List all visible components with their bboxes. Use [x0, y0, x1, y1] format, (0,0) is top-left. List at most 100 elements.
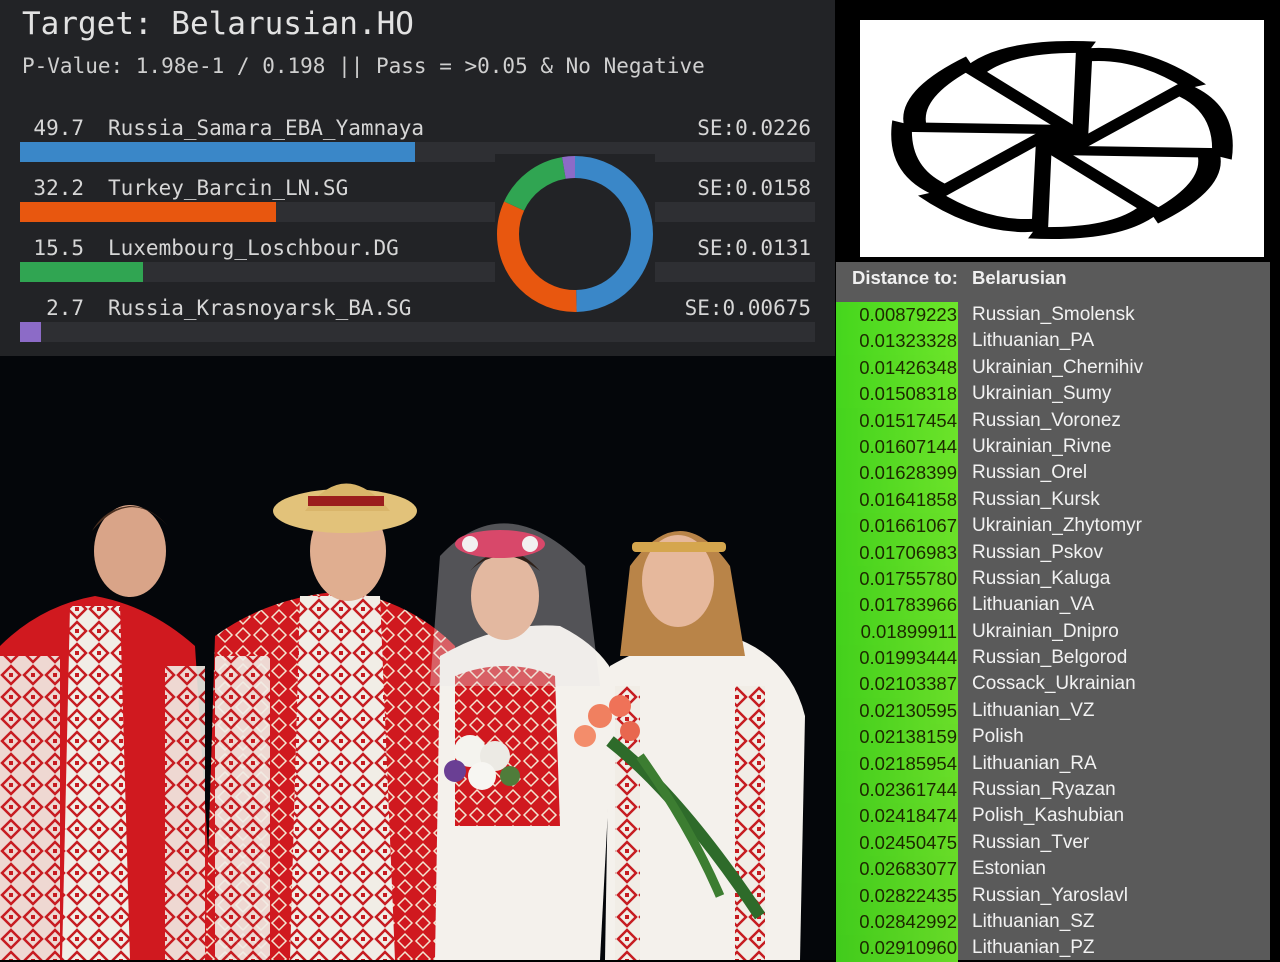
table-row: 0.02138159 Polish — [836, 724, 1270, 751]
table-row: 0.01628399 Russian_Orel — [836, 460, 1270, 487]
table-row: 0.01661067 Ukrainian_Zhytomyr — [836, 513, 1270, 540]
population-name: Lithuanian_SZ — [972, 910, 1095, 932]
source-population: Turkey_Barcin_LN.SG — [108, 176, 349, 200]
source-row: 2.7 Russia_Krasnoyarsk_BA.SG SE:0.00675 — [20, 296, 815, 356]
target-title: Target: Belarusian.HO — [22, 6, 414, 42]
population-name: Ukrainian_Sumy — [972, 383, 1112, 405]
table-row: 0.01993444 Russian_Belgorod — [836, 645, 1270, 672]
ancestry-donut-chart — [495, 154, 655, 314]
distance-value: 0.02842992 — [836, 908, 958, 936]
table-row: 0.01755780 Russian_Kaluga — [836, 565, 1270, 593]
source-standard-error: SE:0.0226 — [697, 116, 811, 140]
source-standard-error: SE:0.0158 — [697, 176, 811, 200]
distance-value: 0.02361744 — [836, 777, 958, 804]
population-name: Russian_Belgorod — [972, 647, 1128, 669]
population-name: Ukrainian_Rivne — [972, 435, 1112, 457]
population-name: Ukrainian_Chernihiv — [972, 356, 1144, 378]
table-row: 0.02185954 Lithuanian_RA — [836, 750, 1270, 778]
table-row: 0.02418474 Polish_Kashubian — [836, 803, 1270, 830]
distance-value: 0.02683077 — [836, 856, 958, 883]
table-row: 0.01641858 Russian_Kursk — [836, 486, 1270, 514]
distance-value: 0.01323328 — [836, 328, 958, 355]
table-row: 0.02683077 Estonian — [836, 856, 1270, 883]
distance-value: 0.01706983 — [836, 539, 958, 566]
source-population: Russia_Krasnoyarsk_BA.SG — [108, 296, 412, 320]
distance-value: 0.01783966 — [836, 592, 958, 619]
population-name: Russian_Orel — [972, 462, 1088, 484]
table-row: 0.01426348 Ukrainian_Chernihiv — [836, 354, 1270, 382]
source-row: 32.2 Turkey_Barcin_LN.SG SE:0.0158 — [20, 176, 815, 236]
kolovrat-center — [1042, 128, 1082, 152]
source-standard-error: SE:0.0131 — [697, 236, 811, 260]
distance-table: Distance to: Belarusian 0.00879223 Russia… — [836, 262, 1270, 962]
table-row: 0.01508318 Ukrainian_Sumy — [836, 381, 1270, 408]
source-standard-error: SE:0.00675 — [684, 296, 811, 320]
population-name: Russian_Tver — [972, 831, 1090, 853]
source-bar — [20, 322, 42, 342]
table-row: 0.02822435 Russian_Yaroslavl — [836, 882, 1270, 909]
source-bar — [20, 142, 416, 162]
distance-label: Distance to: — [852, 267, 958, 288]
distance-value: 0.01628399 — [836, 460, 958, 487]
bar-track — [20, 322, 815, 342]
table-row: 0.01783966 Lithuanian_VA — [836, 592, 1270, 619]
distance-rows: 0.00879223 Russian_Smolensk 0.01323328 Lith… — [836, 302, 1270, 962]
source-percent: 2.7 — [46, 296, 84, 320]
bar-track — [20, 142, 815, 162]
source-bar — [20, 202, 276, 222]
population-name: Russian_Voronez — [972, 409, 1121, 431]
distance-value: 0.01993444 — [836, 645, 958, 672]
table-row: 0.01607144 Ukrainian_Rivne — [836, 433, 1270, 461]
table-row: 0.02842992 Lithuanian_SZ — [836, 908, 1270, 936]
table-row: 0.02103387 Cossack_Ukrainian — [836, 671, 1270, 698]
population-name: Polish — [972, 726, 1024, 748]
table-row: 0.02361744 Russian_Ryazan — [836, 777, 1270, 804]
population-name: Russian_Kursk — [972, 488, 1100, 510]
source-population: Luxembourg_Loschbour.DG — [108, 236, 399, 260]
distance-value: 0.01607144 — [836, 433, 958, 461]
distance-value: 0.01899911 — [836, 618, 958, 646]
distance-value: 0.02185954 — [836, 750, 958, 778]
distance-value: 0.00879223 — [836, 302, 958, 329]
population-name: Estonian — [972, 858, 1046, 880]
table-row: 0.01899911 Ukrainian_Dnipro — [836, 618, 1270, 646]
distance-header: Distance to: Belarusian — [836, 262, 1270, 298]
table-row: 0.02130595 Lithuanian_VZ — [836, 697, 1270, 725]
distance-value: 0.01517454 — [836, 407, 958, 434]
population-name: Polish_Kashubian — [972, 805, 1125, 827]
population-name: Cossack_Ukrainian — [972, 673, 1136, 695]
distance-value: 0.02822435 — [836, 882, 958, 909]
distance-value: 0.02138159 — [836, 724, 958, 751]
source-row: 49.7 Russia_Samara_EBA_Yamnaya SE:0.0226 — [20, 116, 815, 176]
distance-target: Belarusian — [972, 267, 1067, 288]
population-name: Russian_Kaluga — [972, 567, 1111, 589]
population-name: Russian_Pskov — [972, 541, 1103, 563]
distance-value: 0.01661067 — [836, 513, 958, 540]
bar-track — [20, 202, 815, 222]
source-percent: 15.5 — [33, 236, 84, 260]
source-bar — [20, 262, 144, 282]
qpadm-result-panel: Target: Belarusian.HO P-Value: 1.98e-1 /… — [0, 0, 835, 356]
distance-value: 0.01508318 — [836, 381, 958, 408]
distance-value: 0.02450475 — [836, 829, 958, 857]
distance-value: 0.01755780 — [836, 565, 958, 593]
source-percent: 32.2 — [33, 176, 84, 200]
population-name: Lithuanian_VZ — [972, 699, 1095, 721]
population-name: Lithuanian_PA — [972, 330, 1095, 352]
bar-track — [20, 262, 815, 282]
kolovrat-sun-symbol-icon — [860, 20, 1264, 257]
pvalue-subtitle: P-Value: 1.98e-1 / 0.198 || Pass = >0.05… — [22, 54, 705, 78]
source-population: Russia_Samara_EBA_Yamnaya — [108, 116, 425, 140]
distance-value: 0.01641858 — [836, 486, 958, 514]
distance-value: 0.02103387 — [836, 671, 958, 698]
table-row: 0.00879223 Russian_Smolensk — [836, 302, 1270, 329]
population-name: Russian_Smolensk — [972, 304, 1135, 325]
distance-value: 0.02910960 — [836, 935, 958, 962]
population-name: Lithuanian_PZ — [972, 937, 1095, 959]
table-row: 0.02450475 Russian_Tver — [836, 829, 1270, 857]
table-row: 0.02910960 Lithuanian_PZ — [836, 935, 1270, 962]
population-name: Russian_Ryazan — [972, 779, 1116, 801]
table-row: 0.01517454 Russian_Voronez — [836, 407, 1270, 434]
distance-value: 0.02418474 — [836, 803, 958, 830]
population-name: Lithuanian_VA — [972, 594, 1095, 616]
